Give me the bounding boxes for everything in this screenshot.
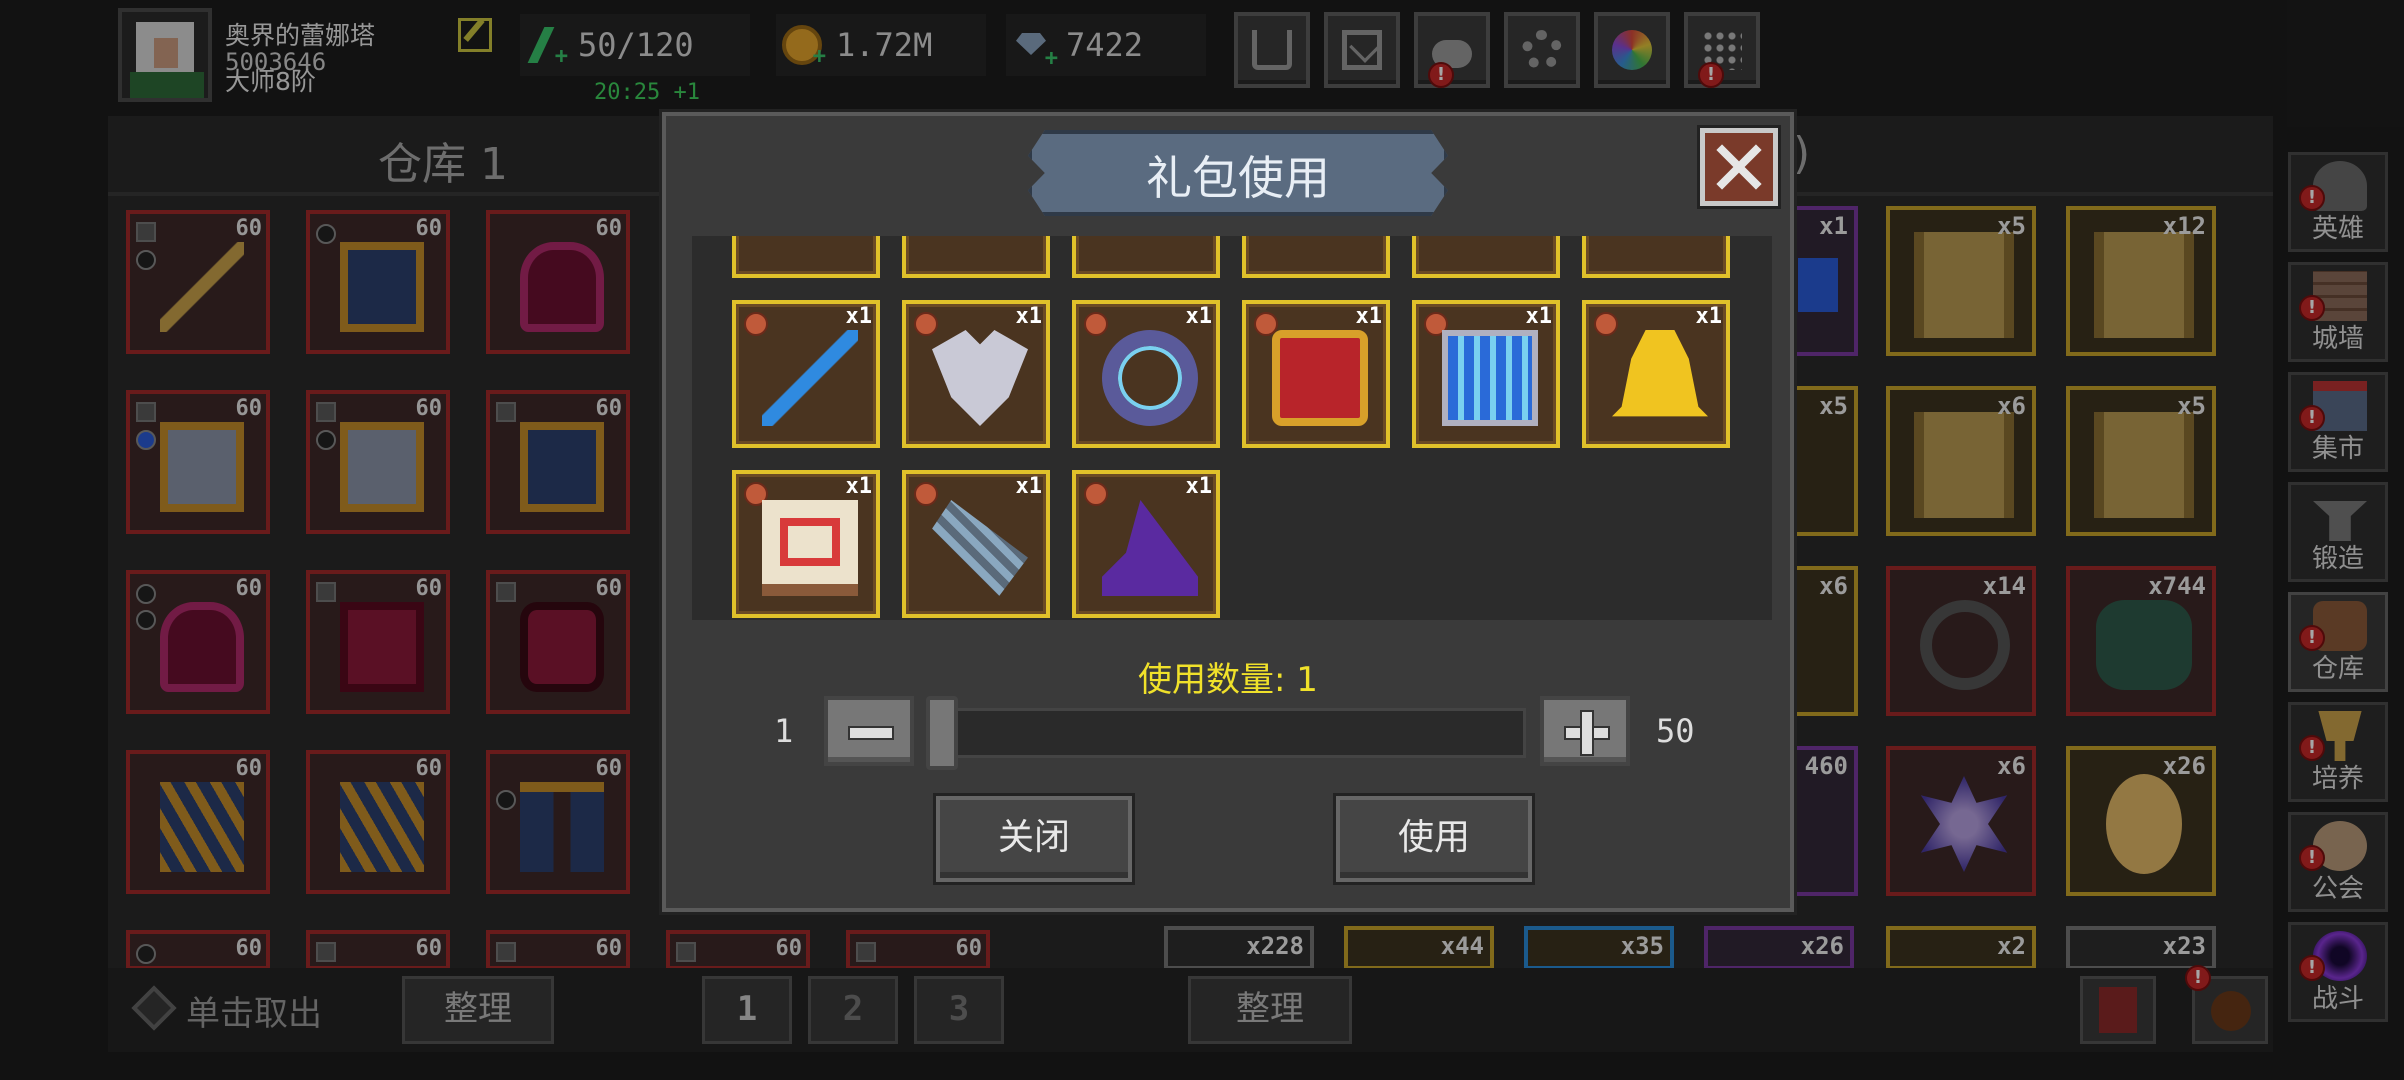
quantity-slider[interactable]	[926, 708, 1526, 758]
item-count: x1	[1525, 304, 1553, 329]
gift-item-slot[interactable]: x1	[732, 470, 880, 618]
item-count: x1	[1015, 304, 1043, 329]
gift-marker-icon	[1084, 312, 1108, 336]
gift-item-slot[interactable]	[1242, 236, 1390, 278]
gift-marker-icon	[1594, 312, 1618, 336]
gift-item-slot[interactable]	[902, 236, 1050, 278]
spell-book-icon	[762, 500, 858, 596]
item-count: x1	[1355, 304, 1383, 329]
slider-thumb[interactable]	[926, 696, 958, 770]
winged-emblem-icon	[932, 330, 1028, 426]
quantity-max: 50	[1656, 712, 1695, 750]
gift-item-slot[interactable]: x1	[902, 470, 1050, 618]
decrease-button[interactable]	[824, 696, 914, 766]
gift-marker-icon	[914, 312, 938, 336]
gift-item-slot[interactable]	[1412, 236, 1560, 278]
gift-pack-dialog: 礼包使用 x1 x1 x1 x1 x1 x1 x1 x1 x1 使用数量: 1 …	[662, 112, 1794, 912]
ice-staff-icon	[762, 330, 858, 426]
gift-marker-icon	[1084, 482, 1108, 506]
item-count: x1	[1015, 474, 1043, 499]
gift-item-slot[interactable]: x1	[1582, 300, 1730, 448]
gift-marker-icon	[914, 482, 938, 506]
gift-item-slot[interactable]: x1	[1412, 300, 1560, 448]
item-count: x1	[1185, 474, 1213, 499]
close-button[interactable]: 关闭	[936, 796, 1132, 882]
gift-item-slot[interactable]: x1	[1072, 300, 1220, 448]
dialog-title: 礼包使用	[1146, 151, 1330, 205]
gift-item-slot[interactable]	[732, 236, 880, 278]
item-count: x1	[845, 304, 873, 329]
use-quantity-label: 使用数量: 1	[1138, 660, 1318, 700]
item-count: x1	[1185, 304, 1213, 329]
gift-item-slot[interactable]: x1	[1242, 300, 1390, 448]
wizard-hat-icon	[1102, 500, 1198, 596]
crystal-lantern-icon	[1442, 330, 1538, 426]
increase-button[interactable]	[1540, 696, 1630, 766]
gift-item-slot[interactable]: x1	[732, 300, 880, 448]
war-drum-icon	[1272, 330, 1368, 426]
quantity-min: 1	[774, 712, 794, 750]
golden-bell-icon	[1612, 330, 1708, 417]
item-count: x1	[1695, 304, 1723, 329]
gift-item-grid[interactable]: x1 x1 x1 x1 x1 x1 x1 x1 x1	[692, 236, 1772, 620]
use-button[interactable]: 使用	[1336, 796, 1532, 882]
gift-item-slot[interactable]	[1072, 236, 1220, 278]
close-icon[interactable]	[1700, 128, 1778, 206]
gift-item-slot[interactable]	[1582, 236, 1730, 278]
gift-item-slot[interactable]: x1	[1072, 470, 1220, 618]
quiver-icon	[932, 500, 1028, 596]
item-count: x1	[845, 474, 873, 499]
gift-item-slot[interactable]: x1	[902, 300, 1050, 448]
frost-ring-icon	[1102, 330, 1198, 426]
